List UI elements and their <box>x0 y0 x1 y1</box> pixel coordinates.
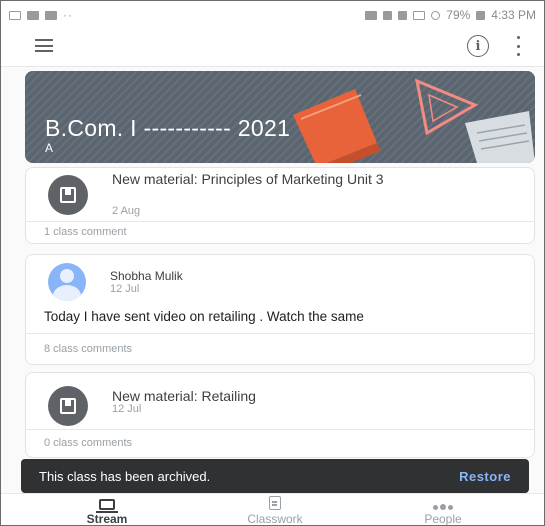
stream-icon <box>96 499 118 513</box>
class-section: A <box>45 141 54 155</box>
card-divider <box>26 333 534 334</box>
card-divider <box>26 429 534 430</box>
tab-classwork[interactable]: Classwork <box>215 496 335 526</box>
post-card-material[interactable]: New material: Retailing 12 Jul 0 class c… <box>25 372 535 458</box>
class-banner[interactable]: B.Com. I ----------- 2021 A <box>25 71 535 163</box>
post-card-announcement[interactable]: Shobha Mulik 12 Jul Today I have sent vi… <box>25 254 535 365</box>
screen: ·· 79% 4:33 PM i B.Com. I ----------- 20… <box>0 0 545 526</box>
material-icon <box>48 175 88 215</box>
tab-label: Stream <box>86 512 128 526</box>
class-comments-link[interactable]: 8 class comments <box>44 343 132 355</box>
post-date: 2 Aug <box>112 205 141 217</box>
card-divider <box>26 221 534 222</box>
battery-icon <box>476 10 486 20</box>
more-options-icon[interactable] <box>515 36 521 56</box>
post-date: 12 Jul <box>112 403 142 415</box>
tab-people[interactable]: People <box>383 496 503 526</box>
class-title: B.Com. I ----------- 2021 <box>45 115 291 141</box>
tab-label: Classwork <box>247 512 303 526</box>
info-icon[interactable]: i <box>467 35 489 57</box>
people-icon <box>433 504 453 510</box>
status-bar: ·· 79% 4:33 PM <box>9 4 536 26</box>
message-icon <box>45 10 57 20</box>
signal-icon <box>398 10 408 20</box>
app-bar: i <box>1 27 544 67</box>
wifi-icon <box>383 10 393 20</box>
tab-label: People <box>424 512 462 526</box>
post-title: New material: Retailing <box>112 388 256 404</box>
tab-stream[interactable]: Stream <box>47 496 167 526</box>
status-right: 79% 4:33 PM <box>365 8 536 22</box>
classwork-icon <box>269 496 281 510</box>
class-comments-link[interactable]: 0 class comments <box>44 437 132 449</box>
material-icon <box>48 386 88 426</box>
post-card-material[interactable]: New material: Principles of Marketing Un… <box>25 167 535 244</box>
announcement-text: Today I have sent video on retailing . W… <box>44 309 364 324</box>
alarm-icon <box>431 10 441 20</box>
data-icon <box>413 10 426 20</box>
class-comments-link[interactable]: 1 class comment <box>44 226 127 238</box>
more-notifications-indicator: ·· <box>63 8 73 22</box>
clock: 4:33 PM <box>491 8 536 22</box>
bottom-navigation: Stream Classwork People <box>1 493 544 526</box>
author-name: Shobha Mulik <box>110 269 183 283</box>
archived-snackbar: This class has been archived. Restore <box>21 459 529 493</box>
avatar <box>48 263 86 301</box>
notification-icon <box>27 10 39 20</box>
menu-icon[interactable] <box>35 39 53 52</box>
snackbar-message: This class has been archived. <box>39 468 211 484</box>
restore-button[interactable]: Restore <box>459 469 511 484</box>
cast-icon <box>365 10 378 20</box>
gallery-icon <box>9 10 21 20</box>
post-title: New material: Principles of Marketing Un… <box>112 171 384 187</box>
stream-content: B.Com. I ----------- 2021 A New material… <box>1 67 544 525</box>
status-left: ·· <box>9 8 73 22</box>
post-date: 12 Jul <box>110 283 140 295</box>
battery-percent: 79% <box>446 8 471 22</box>
